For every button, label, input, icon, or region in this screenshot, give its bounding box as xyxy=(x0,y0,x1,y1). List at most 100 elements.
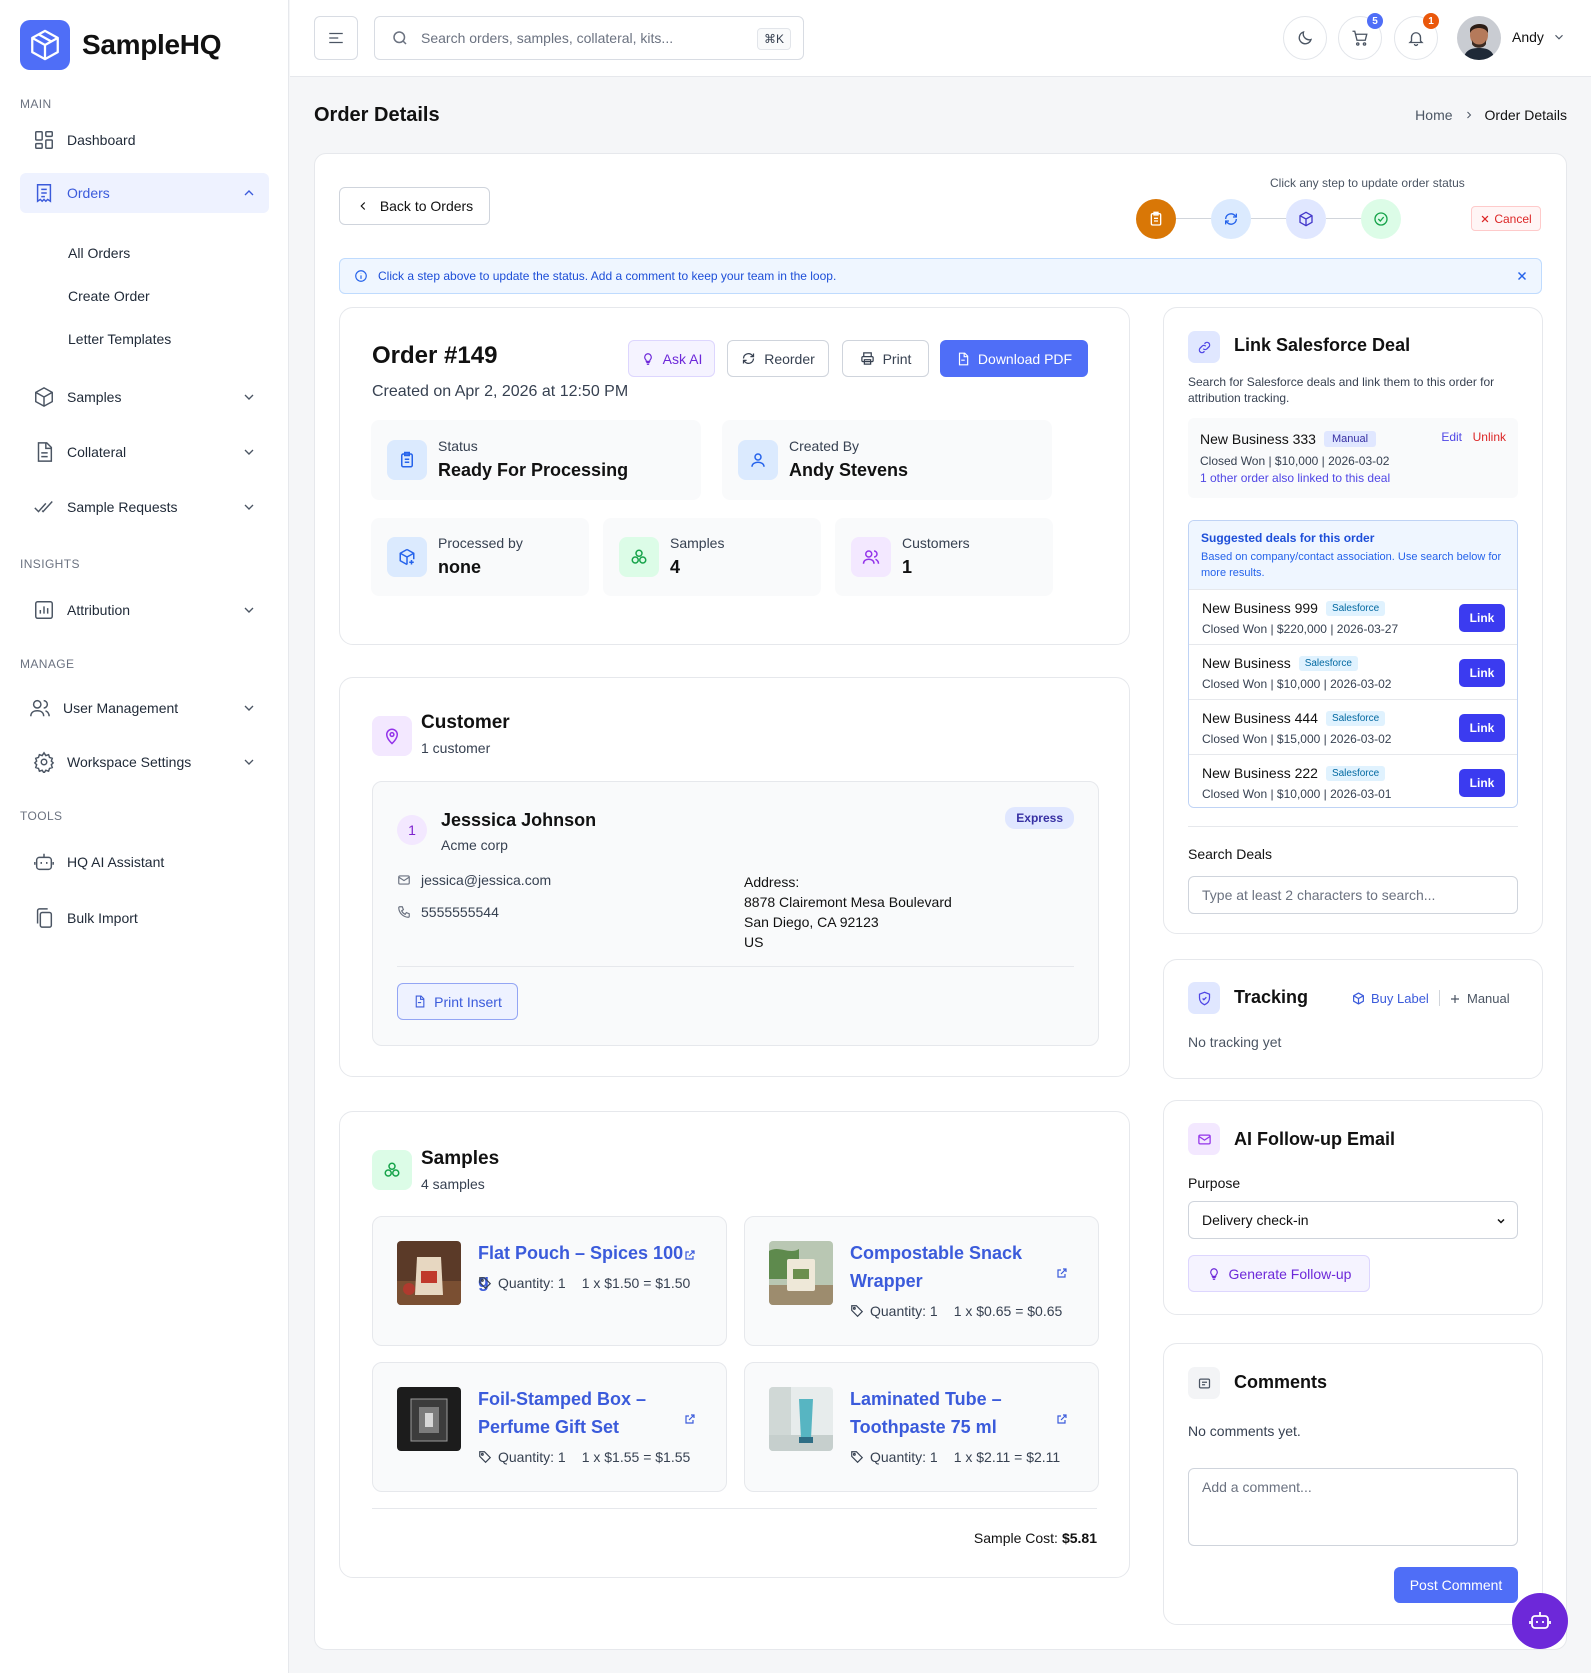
sidebar-item-workspace-settings[interactable]: Workspace Settings xyxy=(20,742,269,782)
info-banner: Click a step above to update the status.… xyxy=(339,258,1542,294)
sidebar-item-attribution[interactable]: Attribution xyxy=(20,590,269,630)
sample-name-link[interactable]: Laminated Tube – Toothpaste 75 ml xyxy=(850,1385,1065,1441)
sample-name-link[interactable]: Compostable Snack Wrapper xyxy=(850,1239,1065,1295)
manual-tracking-button[interactable]: Manual xyxy=(1449,991,1510,1006)
print-label: Print xyxy=(882,350,912,367)
cart-button[interactable]: 5 xyxy=(1338,13,1383,60)
chevron-down-icon xyxy=(244,607,254,613)
external-link-icon[interactable] xyxy=(1056,1413,1068,1425)
comment-textarea[interactable]: Add a comment... xyxy=(1188,1468,1518,1546)
sample-cost-total: Sample Cost: $5.81 xyxy=(974,1530,1097,1546)
chevron-up-icon xyxy=(244,190,254,196)
sidebar-item-sample-requests[interactable]: Sample Requests xyxy=(20,487,269,527)
user-menu[interactable]: Andy xyxy=(1512,29,1566,45)
menu-toggle-button[interactable] xyxy=(314,16,358,60)
sidebar-item-label: Dashboard xyxy=(67,132,136,148)
breadcrumb-home[interactable]: Home xyxy=(1415,107,1452,123)
status-step-ready[interactable] xyxy=(1136,199,1176,239)
link-deal-button[interactable]: Link xyxy=(1459,769,1505,797)
external-link-icon[interactable] xyxy=(684,1413,696,1425)
user-name: Andy xyxy=(1512,29,1544,45)
section-tools-title: TOOLS xyxy=(20,809,63,823)
buy-label-button[interactable]: Buy Label xyxy=(1352,991,1429,1006)
sidebar-subitem-all-orders[interactable]: All Orders xyxy=(68,245,130,261)
external-link-icon[interactable] xyxy=(1056,1267,1068,1279)
created-by-stat: Created By Andy Stevens xyxy=(722,420,1052,500)
close-icon[interactable] xyxy=(1515,269,1529,283)
sample-item[interactable]: Compostable Snack Wrapper Quantity: 1 1 … xyxy=(744,1216,1099,1346)
external-link-icon[interactable] xyxy=(684,1249,696,1261)
print-button[interactable]: Print xyxy=(842,340,929,377)
samples-section-title: Samples xyxy=(421,1148,500,1169)
user-avatar[interactable] xyxy=(1457,16,1501,60)
link-deal-button[interactable]: Link xyxy=(1459,604,1505,632)
sidebar-item-hq-ai-assistant[interactable]: HQ AI Assistant xyxy=(20,842,269,882)
ask-ai-button[interactable]: Ask AI xyxy=(628,340,715,377)
double-check-icon xyxy=(34,501,53,513)
divider xyxy=(372,1508,1097,1509)
theme-toggle-button[interactable] xyxy=(1283,16,1327,60)
users-icon xyxy=(30,699,50,717)
search-deals-input[interactable]: Type at least 2 characters to search... xyxy=(1188,876,1518,914)
app-logo[interactable]: SampleHQ xyxy=(20,20,222,70)
sample-name-link[interactable]: Foil-Stamped Box – Perfume Gift Set xyxy=(478,1385,693,1441)
sidebar-item-bulk-import[interactable]: Bulk Import xyxy=(20,898,269,938)
customer-company: Acme corp xyxy=(441,837,508,853)
lightbulb-icon xyxy=(1209,1267,1218,1280)
tag-icon xyxy=(851,1451,864,1464)
sidebar-subitem-letter-templates[interactable]: Letter Templates xyxy=(68,331,171,347)
generate-followup-button[interactable]: Generate Follow-up xyxy=(1188,1255,1370,1292)
download-pdf-button[interactable]: Download PDF xyxy=(940,340,1088,377)
chevron-down-icon xyxy=(244,449,254,455)
post-comment-button[interactable]: Post Comment xyxy=(1394,1567,1518,1603)
clipboard-icon xyxy=(1150,211,1162,226)
link-deal-button[interactable]: Link xyxy=(1459,714,1505,742)
deal-info: Closed Won | $10,000 | 2026-03-02 xyxy=(1202,677,1392,691)
linked-deal-info: Closed Won | $10,000 | 2026-03-02 xyxy=(1200,454,1390,468)
search-icon xyxy=(393,31,407,45)
sample-item[interactable]: Laminated Tube – Toothpaste 75 ml Quanti… xyxy=(744,1362,1099,1492)
unlink-deal-link[interactable]: Unlink xyxy=(1473,430,1506,444)
breadcrumb-current: Order Details xyxy=(1484,107,1567,123)
chevron-down-icon xyxy=(244,394,254,400)
section-main-title: MAIN xyxy=(20,97,52,111)
customer-phone[interactable]: 5555555544 xyxy=(421,904,499,920)
notifications-button[interactable]: 1 xyxy=(1394,13,1439,60)
sidebar-subitem-create-order[interactable]: Create Order xyxy=(68,288,150,304)
manual-tracking-text: Manual xyxy=(1467,991,1510,1006)
status-step-processing[interactable] xyxy=(1211,199,1251,239)
sidebar-item-orders[interactable]: Orders xyxy=(20,173,269,213)
deal-info: Closed Won | $220,000 | 2026-03-27 xyxy=(1202,622,1399,636)
sample-price: 1 x $1.50 = $1.50 xyxy=(581,1275,691,1291)
sidebar-item-dashboard[interactable]: Dashboard xyxy=(20,120,269,160)
tag-icon xyxy=(479,1277,492,1290)
link-deal-button[interactable]: Link xyxy=(1459,659,1505,687)
purpose-select[interactable]: Delivery check-in xyxy=(1188,1201,1518,1239)
deal-name-row: New Business Salesforce xyxy=(1202,655,1358,671)
sidebar-item-user-management[interactable]: User Management xyxy=(20,688,269,728)
sidebar-item-samples[interactable]: Samples xyxy=(20,377,269,417)
customer-email[interactable]: jessica@jessica.com xyxy=(421,872,551,888)
reorder-button[interactable]: Reorder xyxy=(727,340,829,377)
status-step-shipped[interactable] xyxy=(1286,199,1326,239)
sample-item[interactable]: Foil-Stamped Box – Perfume Gift Set Quan… xyxy=(372,1362,727,1492)
document-icon xyxy=(37,442,53,462)
sample-item[interactable]: Flat Pouch – Spices 100 g Quantity: 1 1 … xyxy=(372,1216,727,1346)
edit-deal-link[interactable]: Edit xyxy=(1441,430,1462,444)
sidebar-item-collateral[interactable]: Collateral xyxy=(20,432,269,472)
refresh-icon xyxy=(743,353,755,364)
clipboard-icon xyxy=(387,440,427,480)
address-label: Address: xyxy=(744,874,800,890)
global-search[interactable]: ⌘K xyxy=(374,16,804,60)
address-line: US xyxy=(744,934,764,950)
sample-quantity: Quantity: 1 xyxy=(870,1449,938,1465)
info-icon xyxy=(355,270,367,282)
search-input[interactable] xyxy=(421,30,751,46)
print-insert-button[interactable]: Print Insert xyxy=(397,983,518,1020)
check-circle-icon xyxy=(1374,212,1388,226)
back-to-orders-button[interactable]: Back to Orders xyxy=(339,187,490,225)
cancel-order-button[interactable]: Cancel xyxy=(1471,206,1541,231)
linked-deal-note[interactable]: 1 other order also linked to this deal xyxy=(1200,471,1390,485)
status-step-delivered[interactable] xyxy=(1361,199,1401,239)
chat-assistant-button[interactable] xyxy=(1512,1593,1568,1649)
